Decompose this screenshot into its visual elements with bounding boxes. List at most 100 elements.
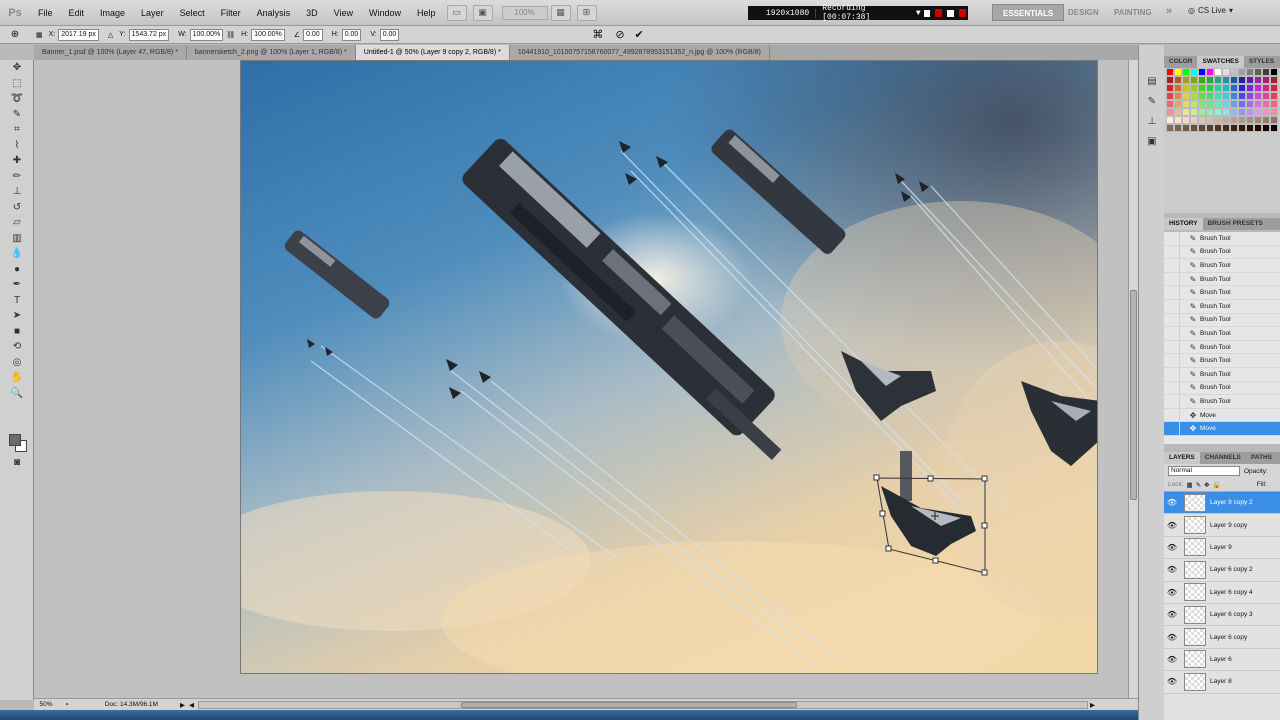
swatch-cell[interactable]: [1198, 100, 1206, 108]
history-item[interactable]: ✎ Brush Tool: [1164, 340, 1280, 355]
swatch-cell[interactable]: [1262, 92, 1270, 100]
menu-select[interactable]: Select: [172, 8, 213, 18]
swatch-cell[interactable]: [1166, 100, 1174, 108]
height-field[interactable]: 100.00%: [251, 28, 285, 41]
swatch-cell[interactable]: [1182, 92, 1190, 100]
swatch-cell[interactable]: [1174, 68, 1182, 76]
history-item[interactable]: ✎ Brush Tool: [1164, 286, 1280, 300]
doc-tab-bannersketch[interactable]: bannersketch_2.png @ 100% (Layer 1, RGB/…: [187, 45, 356, 60]
scrollbar-thumb[interactable]: [1130, 290, 1137, 500]
swatch-cell[interactable]: [1174, 116, 1182, 124]
tab-channels[interactable]: CHANNELS: [1200, 452, 1246, 464]
quick-select-tool-icon[interactable]: ✎: [0, 107, 34, 123]
swatch-cell[interactable]: [1254, 124, 1262, 132]
swatch-cell[interactable]: [1206, 100, 1214, 108]
swatch-cell[interactable]: [1198, 92, 1206, 100]
swatch-cell[interactable]: [1254, 108, 1262, 116]
cancel-transform-icon[interactable]: ⊘: [615, 28, 624, 41]
swatch-cell[interactable]: [1190, 68, 1198, 76]
tab-color[interactable]: COLOR: [1164, 56, 1197, 68]
swatch-cell[interactable]: [1270, 68, 1278, 76]
swatch-cell[interactable]: [1190, 116, 1198, 124]
swatch-cell[interactable]: [1222, 84, 1230, 92]
swatch-cell[interactable]: [1166, 124, 1174, 132]
lock-position-icon[interactable]: ✥: [1204, 481, 1209, 489]
layer-row[interactable]: 👁 Layer 6 copy: [1164, 626, 1280, 649]
history-item[interactable]: ✎ Brush Tool: [1164, 326, 1280, 341]
swatch-cell[interactable]: [1230, 116, 1238, 124]
screen-mode-icon[interactable]: ⊞: [576, 4, 597, 21]
lock-paint-icon[interactable]: ✎: [1196, 481, 1201, 489]
menu-edit[interactable]: Edit: [61, 8, 93, 18]
history-item[interactable]: ✎ Brush Tool: [1164, 245, 1280, 260]
swatch-cell[interactable]: [1246, 84, 1254, 92]
swatch-cell[interactable]: [1206, 124, 1214, 132]
status-arrow-icon[interactable]: ▶: [180, 701, 185, 709]
swatch-cell[interactable]: [1174, 124, 1182, 132]
swatch-cell[interactable]: [1254, 92, 1262, 100]
eye-icon[interactable]: 👁: [1164, 655, 1180, 664]
warp-icon[interactable]: ⌘: [592, 28, 603, 41]
menu-file[interactable]: File: [30, 8, 61, 18]
hskew-field[interactable]: 0.00: [341, 28, 362, 41]
swatch-cell[interactable]: [1230, 124, 1238, 132]
history-item[interactable]: ✎ Brush Tool: [1164, 258, 1280, 273]
status-zoom[interactable]: 50%: [34, 701, 58, 708]
menu-layer[interactable]: Layer: [133, 8, 172, 18]
history-item[interactable]: ✎ Brush Tool: [1164, 313, 1280, 328]
history-brush-icon[interactable]: ↺: [0, 200, 34, 216]
history-item[interactable]: ✎ Brush Tool: [1164, 299, 1280, 314]
swatch-cell[interactable]: [1262, 116, 1270, 124]
swatch-cell[interactable]: [1214, 100, 1222, 108]
y-field[interactable]: 1543.72 px: [128, 28, 170, 41]
swatch-cell[interactable]: [1198, 84, 1206, 92]
tab-history[interactable]: HISTORY: [1164, 218, 1203, 230]
tab-layers[interactable]: LAYERS: [1164, 452, 1200, 464]
delta-icon[interactable]: △: [108, 31, 113, 39]
stop-icon[interactable]: [923, 9, 931, 17]
zoom-level-field[interactable]: 100%: [501, 5, 548, 20]
eye-icon[interactable]: 👁: [1164, 588, 1180, 597]
swatch-cell[interactable]: [1238, 76, 1246, 84]
lock-all-icon[interactable]: 🔒: [1213, 481, 1221, 489]
commit-transform-icon[interactable]: ✔: [635, 28, 644, 41]
swatch-cell[interactable]: [1262, 68, 1270, 76]
swatch-cell[interactable]: [1214, 68, 1222, 76]
swatch-cell[interactable]: [1206, 92, 1214, 100]
eye-icon[interactable]: 👁: [1164, 521, 1180, 530]
swatch-cell[interactable]: [1238, 92, 1246, 100]
swatch-cell[interactable]: [1246, 68, 1254, 76]
swatch-cell[interactable]: [1230, 92, 1238, 100]
swatch-cell[interactable]: [1182, 84, 1190, 92]
history-item[interactable]: ✎ Brush Tool: [1164, 394, 1280, 409]
swatch-cell[interactable]: [1166, 92, 1174, 100]
swatch-cell[interactable]: [1246, 124, 1254, 132]
vertical-scrollbar[interactable]: [1128, 60, 1138, 698]
swatch-cell[interactable]: [1206, 76, 1214, 84]
tab-paths[interactable]: PATHS: [1246, 452, 1277, 464]
swatch-cell[interactable]: [1254, 76, 1262, 84]
swatch-cell[interactable]: [1222, 116, 1230, 124]
hand-tool-icon[interactable]: ✋: [0, 370, 34, 386]
hscroll-right-icon[interactable]: ▶: [1090, 701, 1095, 709]
angle-field[interactable]: 0.00: [303, 28, 323, 41]
record-icon[interactable]: [935, 9, 943, 17]
swatch-cell[interactable]: [1190, 124, 1198, 132]
swatch-cell[interactable]: [1262, 108, 1270, 116]
swatch-cell[interactable]: [1238, 108, 1246, 116]
swatch-cell[interactable]: [1214, 92, 1222, 100]
swatch-cell[interactable]: [1230, 68, 1238, 76]
horizontal-scrollbar[interactable]: [197, 700, 1088, 709]
swatch-cell[interactable]: [1198, 76, 1206, 84]
3d-orbit-icon[interactable]: ◎: [0, 355, 34, 371]
swatch-cell[interactable]: [1238, 116, 1246, 124]
gradient-tool-icon[interactable]: ▥: [0, 231, 34, 247]
tab-styles[interactable]: STYLES: [1244, 56, 1279, 68]
layer-row[interactable]: 👁 Layer 8: [1164, 671, 1280, 694]
brush-tool-icon[interactable]: ✏: [0, 169, 34, 185]
swatch-cell[interactable]: [1206, 68, 1214, 76]
swatch-cell[interactable]: [1190, 92, 1198, 100]
swatch-cell[interactable]: [1230, 76, 1238, 84]
3d-rotate-icon[interactable]: ⟲: [0, 339, 34, 355]
layer-row[interactable]: 👁 Layer 6 copy 4: [1164, 582, 1280, 604]
